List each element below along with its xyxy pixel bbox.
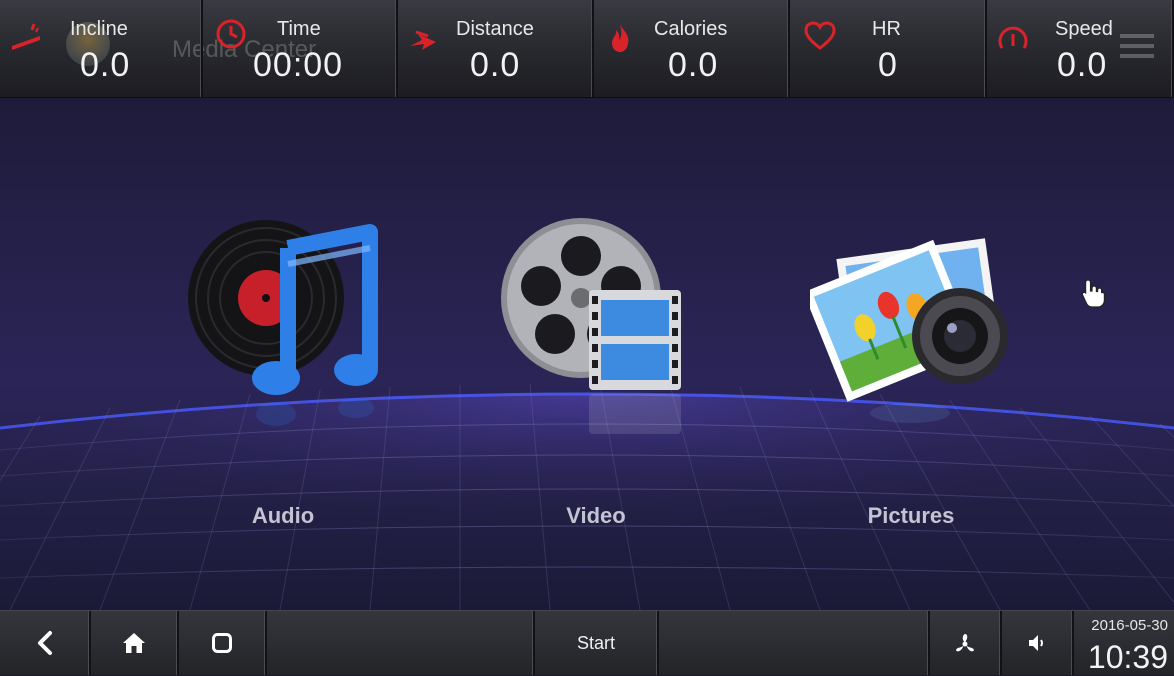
incline-icon (12, 23, 40, 50)
volume-button[interactable] (1002, 611, 1074, 675)
stat-incline: Incline 0.0 (0, 0, 203, 97)
film-reel-icon (501, 218, 681, 434)
time-text: 10:39 (1087, 639, 1168, 675)
speedometer-icon (998, 26, 1028, 49)
clock-area: 2016-05-30 10:39 (1074, 611, 1174, 675)
stat-calories: Calories 0.0 (594, 0, 790, 97)
stats-bar: Media Center Incline 0.0 Time 00:00 Dist… (0, 0, 1174, 98)
stat-label: Distance (456, 18, 534, 40)
stat-value: 0.0 (80, 46, 131, 84)
pictures-tile[interactable] (810, 218, 1050, 468)
fan-button[interactable] (930, 611, 1002, 675)
media-center: Audio Video Pictures (0, 98, 1174, 610)
navbar-spacer (267, 611, 535, 675)
stat-value: 0.0 (470, 46, 521, 84)
clock-icon (216, 19, 246, 49)
vinyl-music-note-icon (188, 220, 378, 426)
fan-icon (956, 634, 974, 652)
stat-label: HR (872, 18, 901, 40)
stat-distance: Distance 0.0 (398, 0, 594, 97)
stat-label: Time (277, 18, 321, 40)
square-icon (212, 633, 232, 653)
stat-value: 0 (878, 46, 898, 84)
recent-apps-button[interactable] (179, 611, 267, 675)
pictures-label[interactable]: Pictures (811, 503, 1011, 529)
distance-icon (410, 30, 436, 50)
audio-tile[interactable] (170, 218, 410, 468)
back-button[interactable] (0, 611, 91, 675)
stat-value: 0.0 (668, 46, 719, 84)
stat-time: Time 00:00 (203, 0, 398, 97)
navigation-bar: Start 2016-05-30 10:39 (0, 610, 1174, 675)
heart-icon (804, 21, 836, 50)
photos-camera-icon (810, 238, 1008, 423)
video-label[interactable]: Video (496, 503, 696, 529)
start-label: Start (576, 632, 615, 653)
stat-value: 0.0 (1057, 46, 1108, 84)
home-icon (123, 633, 145, 653)
date-text: 2016-05-30 (1091, 617, 1168, 634)
video-tile[interactable] (495, 216, 735, 466)
back-arrow-icon (37, 631, 52, 655)
navbar-spacer (659, 611, 930, 675)
hand-pointer-icon (1081, 279, 1105, 308)
start-button[interactable]: Start (535, 611, 659, 675)
stat-label: Incline (70, 18, 128, 40)
stat-label: Speed (1055, 18, 1113, 40)
audio-label[interactable]: Audio (183, 503, 383, 529)
stat-value: 00:00 (253, 46, 344, 84)
stat-label: Calories (654, 18, 728, 40)
menu-icon[interactable] (1120, 32, 1154, 60)
speaker-icon (1029, 635, 1043, 651)
flame-icon (612, 24, 629, 52)
home-button[interactable] (91, 611, 179, 675)
stat-hr: HR 0 (790, 0, 987, 97)
